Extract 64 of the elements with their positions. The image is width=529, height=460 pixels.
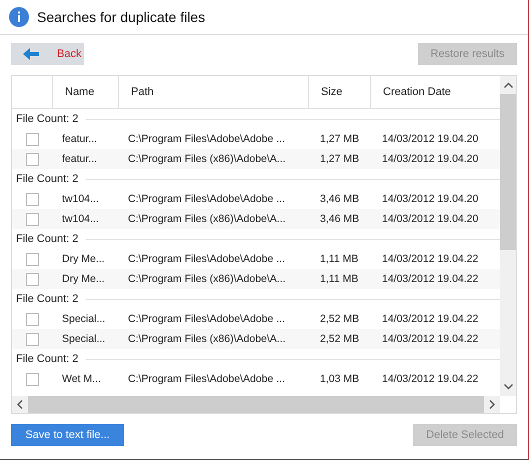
table-cell-text: 1,11 MB [319,273,360,285]
table-cell-text: 1,03 MB [319,373,360,385]
save-to-text-file-button[interactable]: Save to text file... [11,424,124,446]
table-cell-text: C:\Program Files (x86)\Adobe\A... [127,333,287,345]
table-cell-text: tw104... [61,193,100,205]
table-cell-text: 14/03/2012 19.04.20 [381,193,480,205]
checkbox[interactable] [26,372,39,386]
scroll-left-icon [17,400,23,409]
table-cell-text: featur... [61,153,98,165]
table-cell-text: C:\Program Files\Adobe\Adobe ... [127,133,286,145]
table-cell-text: featur... [61,133,98,145]
checkbox[interactable] [26,152,39,166]
scroll-right-icon [489,400,495,409]
checkbox[interactable] [26,212,39,226]
table-cell-text: 14/03/2012 19.04.22 [381,333,480,345]
info-icon [9,7,29,27]
checkbox[interactable] [26,192,39,206]
table-cell-text: C:\Program Files\Adobe\Adobe ... [127,313,286,325]
table-cell-text: 14/03/2012 19.04.22 [381,253,480,265]
table-cell-text: Dry Me... [61,273,106,285]
table-cell-text: 1,27 MB [319,153,360,165]
group-header: File Count: 2 [16,173,78,185]
column-header[interactable]: Size [308,76,370,108]
table-cell-text: 3,46 MB [319,193,360,205]
table-cell-text: 2,52 MB [319,333,360,345]
table-cell-text: 1,27 MB [319,133,360,145]
table-cell-text: Special... [61,313,106,325]
window-title: Searches for duplicate files [37,9,206,25]
checkbox[interactable] [26,132,39,146]
group-header: File Count: 2 [16,113,78,125]
table-cell-text: Wet M... [61,373,102,385]
table-cell-text: tw104... [61,213,100,225]
table-cell-text: C:\Program Files (x86)\Adobe\A... [127,273,287,285]
table-cell-text: 14/03/2012 19.04.20 [381,213,480,225]
table-cell-text: C:\Program Files\Adobe\Adobe ... [127,373,286,385]
table-cell-text: C:\Program Files (x86)\Adobe\A... [127,213,287,225]
checkbox[interactable] [26,252,39,266]
table-cell-text: C:\Program Files (x86)\Adobe\A... [127,153,287,165]
column-header[interactable]: Path [118,76,308,108]
group-header: File Count: 2 [16,293,78,305]
table-cell-text: C:\Program Files\Adobe\Adobe ... [127,253,286,265]
table-cell-text: Special... [61,333,106,345]
scrollbar-thumb[interactable] [500,94,516,250]
group-header: File Count: 2 [16,353,78,365]
back-button[interactable]: Back [11,43,84,65]
left-arrow-icon [23,48,39,60]
table-cell-text: 1,11 MB [319,253,360,265]
table-cell-text: Dry Me... [61,253,106,265]
table-cell-text: C:\Program Files\Adobe\Adobe ... [127,193,286,205]
group-header: File Count: 2 [16,233,78,245]
table-cell-text: 3,46 MB [319,213,360,225]
checkbox[interactable] [26,332,39,346]
table-cell-text: 14/03/2012 19.04.22 [381,273,480,285]
table-cell-text: 2,52 MB [319,313,360,325]
scroll-down-icon [504,384,512,390]
scroll-up-icon [504,82,512,88]
column-header[interactable]: Name [52,76,118,108]
table-cell-text: 14/03/2012 19.04.22 [381,373,480,385]
table-cell-text: 14/03/2012 19.04.20 [381,153,480,165]
scrollbar-thumb[interactable] [28,396,484,413]
checkbox[interactable] [26,272,39,286]
table-cell-text: 14/03/2012 19.04.20 [381,133,480,145]
checkbox[interactable] [26,312,39,326]
table-cell-text: 14/03/2012 19.04.22 [381,313,480,325]
